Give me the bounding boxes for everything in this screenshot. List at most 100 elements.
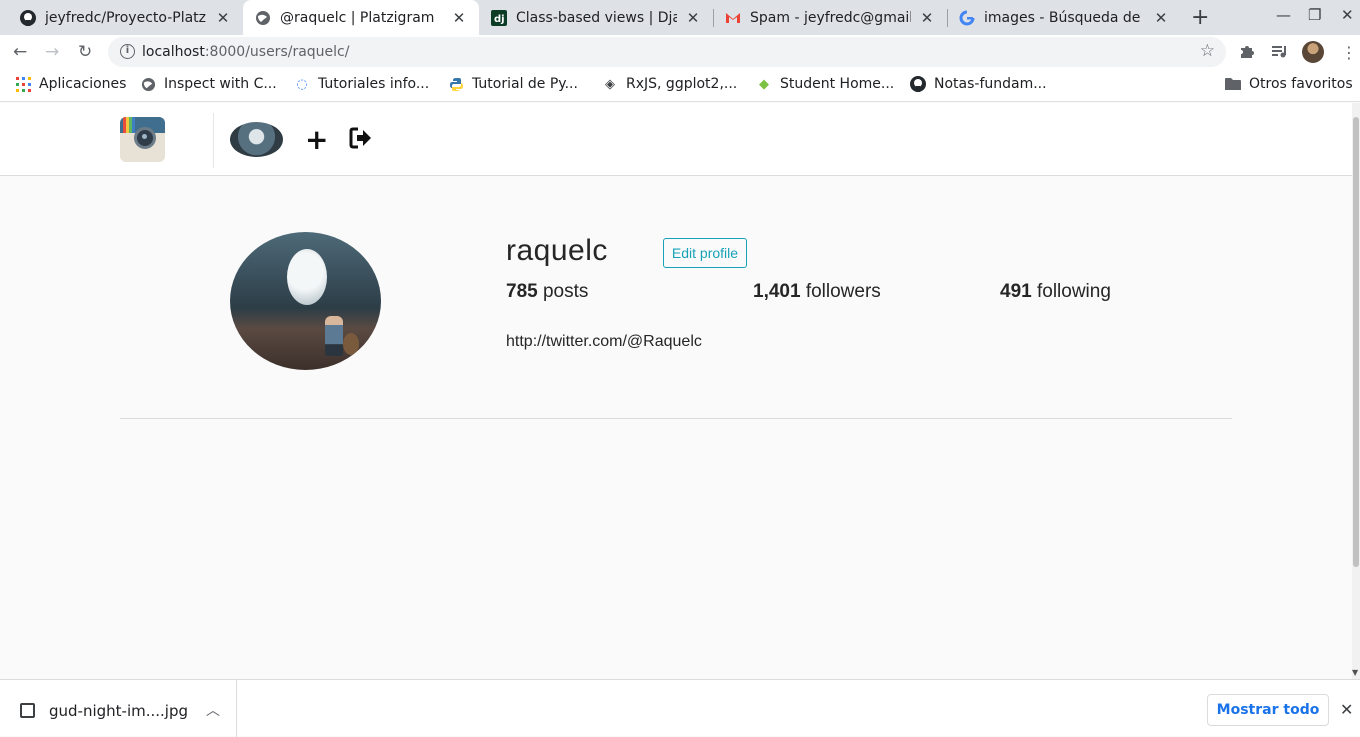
following-label: following [1036,281,1111,302]
bookmark-other-folder[interactable]: Otros favoritos [1225,76,1353,92]
tab-github-proyecto[interactable]: jeyfredc/Proyecto-Platzigram ✕ [8,0,243,35]
diamond-icon: ◈ [605,76,615,92]
tab-platzigram-profile[interactable]: @raquelc | Platzigram ✕ [243,0,479,35]
github-icon [910,76,926,92]
posts-count: 785 posts [506,281,588,303]
url-text[interactable]: localhost:8000/users/raquelc/ [142,44,349,60]
bookmark-python[interactable]: Tutorial de Py... [448,76,578,92]
student-icon: ◆ [759,76,769,92]
tab-google-images[interactable]: images - Búsqueda de Google ✕ [947,0,1181,35]
folder-icon [1225,76,1241,92]
page-scrollbar[interactable]: ▼ [1352,103,1360,679]
gmail-icon [725,10,741,26]
followers-count[interactable]: 1,401 followers [753,281,881,303]
profile-divider [120,418,1232,419]
close-tab-icon[interactable]: ✕ [215,9,231,27]
avatar-moon [287,249,327,305]
close-tab-icon[interactable]: ✕ [451,9,467,27]
bookmark-label: Otros favoritos [1249,76,1353,92]
app-navbar: + [0,103,1352,176]
extensions-puzzle-icon[interactable] [1239,43,1256,64]
bookmark-student-home[interactable]: ◆ Student Home... [756,76,894,92]
following-number: 491 [1000,281,1032,302]
logo-stripe [132,117,135,133]
globe-icon [255,10,271,26]
back-arrow-icon[interactable]: ← [13,42,27,62]
bookmark-label: Aplicaciones [39,76,127,92]
show-all-downloads-button[interactable]: Mostrar todo [1207,694,1329,726]
browser-menu-icon[interactable]: ⋮ [1341,43,1357,62]
browser-tab-strip: jeyfredc/Proyecto-Platzigram ✕ @raquelc … [0,0,1360,35]
tab-title: Class-based views | Django [516,9,677,26]
profile-username: raquelc [506,234,608,267]
svg-text:dj: dj [494,14,505,25]
close-tab-icon[interactable]: ✕ [685,9,701,27]
posts-label: posts [542,281,589,302]
restore-icon[interactable]: ❐ [1308,6,1321,24]
site-info-icon[interactable]: i [120,44,135,59]
edit-profile-button[interactable]: Edit profile [663,238,747,268]
close-tab-icon[interactable]: ✕ [919,9,935,27]
tab-title: images - Búsqueda de Google [984,9,1145,26]
followers-label: followers [805,281,881,302]
download-item[interactable]: gud-night-im....jpg ︿ [0,680,237,737]
tab-django-docs[interactable]: dj Class-based views | Django ✕ [479,0,713,35]
reload-icon[interactable]: ↻ [78,42,92,62]
download-filename: gud-night-im....jpg [49,702,189,720]
tab-title: jeyfredc/Proyecto-Platzigram [45,9,207,26]
bookmark-apps[interactable]: Aplicaciones [15,76,126,92]
bookmark-tutoriales[interactable]: ◌ Tutoriales info... [294,76,429,92]
bookmark-label: Tutoriales info... [318,76,430,92]
media-queue-icon[interactable] [1271,43,1289,64]
logo-lens [134,127,156,149]
bookmark-rxjs[interactable]: ◈ RxJS, ggplot2,... [602,76,737,92]
bookmark-label: Student Home... [780,76,895,92]
close-window-icon[interactable]: ✕ [1341,6,1354,24]
url-path: :8000/users/raquelc/ [204,44,350,60]
tab-title: @raquelc | Platzigram [280,9,435,26]
apps-grid-icon [15,76,31,92]
tab-title: Spam - jeyfredc@gmail.com [750,9,911,26]
tab-gmail-spam[interactable]: Spam - jeyfredc@gmail.com ✕ [713,0,947,35]
bookmark-inspect[interactable]: Inspect with C... [140,76,277,92]
minimize-icon[interactable]: — [1276,6,1291,24]
avatar-child [325,316,343,356]
forward-arrow-icon[interactable]: → [45,42,59,62]
posts-number: 785 [506,281,538,302]
google-icon [959,10,975,26]
scrollbar-thumb[interactable] [1353,117,1359,567]
bookmark-notas[interactable]: Notas-fundam... [910,76,1047,92]
following-count[interactable]: 491 following [1000,281,1111,303]
scroll-down-arrow-icon[interactable]: ▼ [1352,668,1358,677]
followers-number: 1,401 [753,281,801,302]
python-icon [448,76,464,92]
bookmark-label: RxJS, ggplot2,... [626,76,738,92]
new-post-plus-icon[interactable]: + [305,123,328,156]
bookmark-label: Inspect with C... [164,76,277,92]
profile-avatar [230,232,381,370]
close-downloads-icon[interactable]: ✕ [1340,700,1353,719]
django-icon: dj [491,9,507,26]
url-host: localhost [142,44,205,60]
address-bar[interactable]: i localhost:8000/users/raquelc/ ☆ [108,37,1226,67]
download-shelf: gud-night-im....jpg ︿ Mostrar todo ✕ [0,679,1360,737]
nav-divider [213,113,214,168]
bookmark-star-icon[interactable]: ☆ [1200,41,1215,61]
nav-profile-avatar[interactable] [230,122,283,157]
browser-profile-avatar[interactable] [1302,41,1324,63]
browser-toolbar: ← → ↻ i localhost:8000/users/raquelc/ ☆ … [0,35,1360,70]
new-tab-button[interactable]: + [1191,5,1209,30]
bulb-icon: ◌ [296,76,308,92]
page-content: + raquelc Edit profile 785 posts 1,401 f… [0,103,1352,679]
globe-icon [140,76,156,92]
chevron-up-icon[interactable]: ︿ [206,700,220,720]
github-icon [20,9,36,26]
profile-website-link[interactable]: http://twitter.com/@Raquelc [506,333,702,351]
bookmark-label: Tutorial de Py... [472,76,578,92]
bookmark-label: Notas-fundam... [934,76,1047,92]
logout-icon[interactable] [349,127,373,149]
platzigram-logo-icon[interactable] [120,117,165,162]
bookmarks-bar: Aplicaciones Inspect with C... ◌ Tutoria… [0,70,1360,102]
close-tab-icon[interactable]: ✕ [1153,9,1169,27]
avatar-teddy [343,333,359,355]
